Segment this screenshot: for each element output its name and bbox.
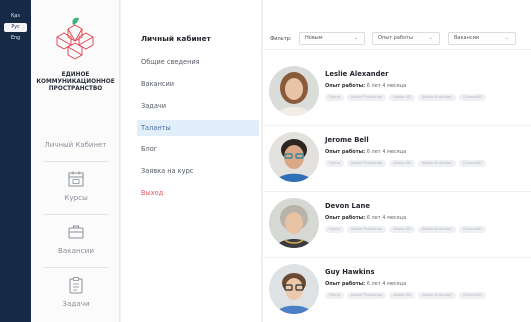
experience-value: 6 лет 4 месяца (366, 281, 407, 287)
candidate-experience: Опыт работы: 6 лет 4 месяца (325, 149, 406, 155)
skill-tag: Adobe XD (389, 226, 415, 233)
clipboard-icon (69, 277, 83, 294)
logo-icon[interactable] (52, 16, 98, 62)
experience-value: 6 лет 4 месяца (366, 215, 407, 221)
avatar (269, 198, 319, 248)
skill-tag: Adobe XD (389, 94, 415, 101)
menu-item-logout[interactable]: Выход (137, 185, 259, 201)
experience-label: Опыт работы: (325, 215, 366, 221)
skill-tag: Adobe XD (389, 292, 415, 299)
menu-title: Личный кабинет (141, 34, 211, 43)
calendar-icon (68, 171, 84, 187)
briefcase-icon (68, 225, 84, 239)
talents-panel: Фильтр: Новым ⌄ Опыт работы ⌄ Вакансии ⌄… (263, 0, 531, 322)
skill-tag: Figma (325, 226, 344, 233)
brand-line-2: КОММУНИКАЦИОННОЕ (36, 79, 115, 85)
skill-tag: Figma (325, 94, 344, 101)
skill-tag: Adobe Photoshop (346, 160, 387, 167)
skill-tag: Adobe XD (389, 160, 415, 167)
brand-line-1: ЕДИНОЕ (61, 72, 90, 78)
lang-ru[interactable]: Рус (4, 23, 27, 32)
filter-label: Фильтр: (270, 36, 292, 42)
cabinet-label[interactable]: Личный Кабинет (31, 141, 120, 149)
vacancy-select[interactable]: Вакансии ⌄ (448, 32, 516, 45)
avatar (269, 264, 319, 314)
experience-label: Опыт работы: (325, 83, 366, 89)
lang-en[interactable]: Eng (4, 34, 27, 43)
skill-tag: Cinema4D (458, 226, 486, 233)
chevron-down-icon: ⌄ (504, 35, 509, 41)
skill-tag: Cinema4D (458, 292, 486, 299)
candidate-card[interactable]: Devon Lane Опыт работы: 6 лет 4 месяца F… (263, 192, 531, 258)
candidate-experience: Опыт работы: 6 лет 4 месяца (325, 83, 406, 89)
experience-label: Опыт работы: (325, 149, 366, 155)
experience-value: 6 лет 4 месяца (366, 149, 407, 155)
sort-select[interactable]: Новым ⌄ (299, 32, 365, 45)
chevron-down-icon: ⌄ (428, 35, 433, 41)
skill-tag: Adobe Photoshop (346, 94, 387, 101)
candidate-name[interactable]: Devon Lane (325, 202, 370, 210)
sidebar-item-label: Курсы (64, 193, 88, 202)
candidate-card[interactable]: Jerome Bell Опыт работы: 6 лет 4 месяца … (263, 126, 531, 192)
menu-item-vacancies[interactable]: Вакансии (137, 76, 259, 92)
lang-kz[interactable]: Қаз (4, 12, 27, 21)
brand-sidebar: ЕДИНОЕ КОММУНИКАЦИОННОЕ ПРОСТРАНСТВО Лич… (31, 0, 120, 322)
skill-tags: Figma Adobe Photoshop Adobe XD Adobe Ill… (325, 292, 486, 299)
menu-item-course-request[interactable]: Заявка на курс (137, 163, 259, 179)
brand-name: ЕДИНОЕ КОММУНИКАЦИОННОЕ ПРОСТРАНСТВО (31, 72, 120, 93)
skill-tag: Adobe Illustrator (417, 292, 456, 299)
candidate-experience: Опыт работы: 6 лет 4 месяца (325, 281, 406, 287)
skill-tag: Adobe Illustrator (417, 226, 456, 233)
chevron-down-icon: ⌄ (353, 35, 358, 41)
skill-tag: Adobe Photoshop (346, 292, 387, 299)
menu-item-talents[interactable]: Таланты (137, 120, 259, 136)
candidate-name[interactable]: Guy Hawkins (325, 268, 375, 276)
filter-bar: Фильтр: Новым ⌄ Опыт работы ⌄ Вакансии ⌄ (263, 28, 531, 50)
experience-select[interactable]: Опыт работы ⌄ (372, 32, 440, 45)
cabinet-menu: Личный кабинет Общие сведения Вакансии З… (121, 0, 262, 322)
skill-tag: Cinema4D (458, 160, 486, 167)
sidebar-item-tasks[interactable]: Задачи (43, 267, 109, 316)
skill-tags: Figma Adobe Photoshop Adobe XD Adobe Ill… (325, 94, 486, 101)
candidate-experience: Опыт работы: 6 лет 4 месяца (325, 215, 406, 221)
experience-label: Опыт работы: (325, 281, 366, 287)
menu-item-general[interactable]: Общие сведения (137, 54, 259, 70)
skill-tags: Figma Adobe Photoshop Adobe XD Adobe Ill… (325, 160, 486, 167)
candidate-name[interactable]: Jerome Bell (325, 136, 369, 144)
skill-tag: Adobe Illustrator (417, 160, 456, 167)
avatar (269, 132, 319, 182)
sidebar-item-vacancies[interactable]: Вакансии (43, 214, 109, 263)
skill-tags: Figma Adobe Photoshop Adobe XD Adobe Ill… (325, 226, 486, 233)
candidate-card[interactable]: Leslie Alexander Опыт работы: 6 лет 4 ме… (263, 60, 531, 126)
sidebar-item-courses[interactable]: Курсы (43, 161, 109, 210)
skill-tag: Figma (325, 292, 344, 299)
skill-tag: Cinema4D (458, 94, 486, 101)
brand-line-3: ПРОСТРАНСТВО (48, 86, 103, 92)
candidate-name[interactable]: Leslie Alexander (325, 70, 388, 78)
select-value: Новым (305, 35, 323, 41)
candidate-card[interactable]: Guy Hawkins Опыт работы: 6 лет 4 месяца … (263, 258, 531, 322)
skill-tag: Adobe Illustrator (417, 94, 456, 101)
experience-value: 6 лет 4 месяца (366, 83, 407, 89)
sidebar-item-label: Задачи (62, 299, 90, 308)
language-rail: Қаз Рус Eng (0, 0, 31, 322)
menu-item-blog[interactable]: Блог (137, 141, 259, 157)
skill-tag: Figma (325, 160, 344, 167)
menu-item-tasks[interactable]: Задачи (137, 98, 259, 114)
select-value: Вакансии (454, 35, 480, 41)
avatar (269, 66, 319, 116)
sidebar-item-label: Вакансии (57, 246, 95, 255)
select-value: Опыт работы (378, 35, 413, 41)
skill-tag: Adobe Photoshop (346, 226, 387, 233)
